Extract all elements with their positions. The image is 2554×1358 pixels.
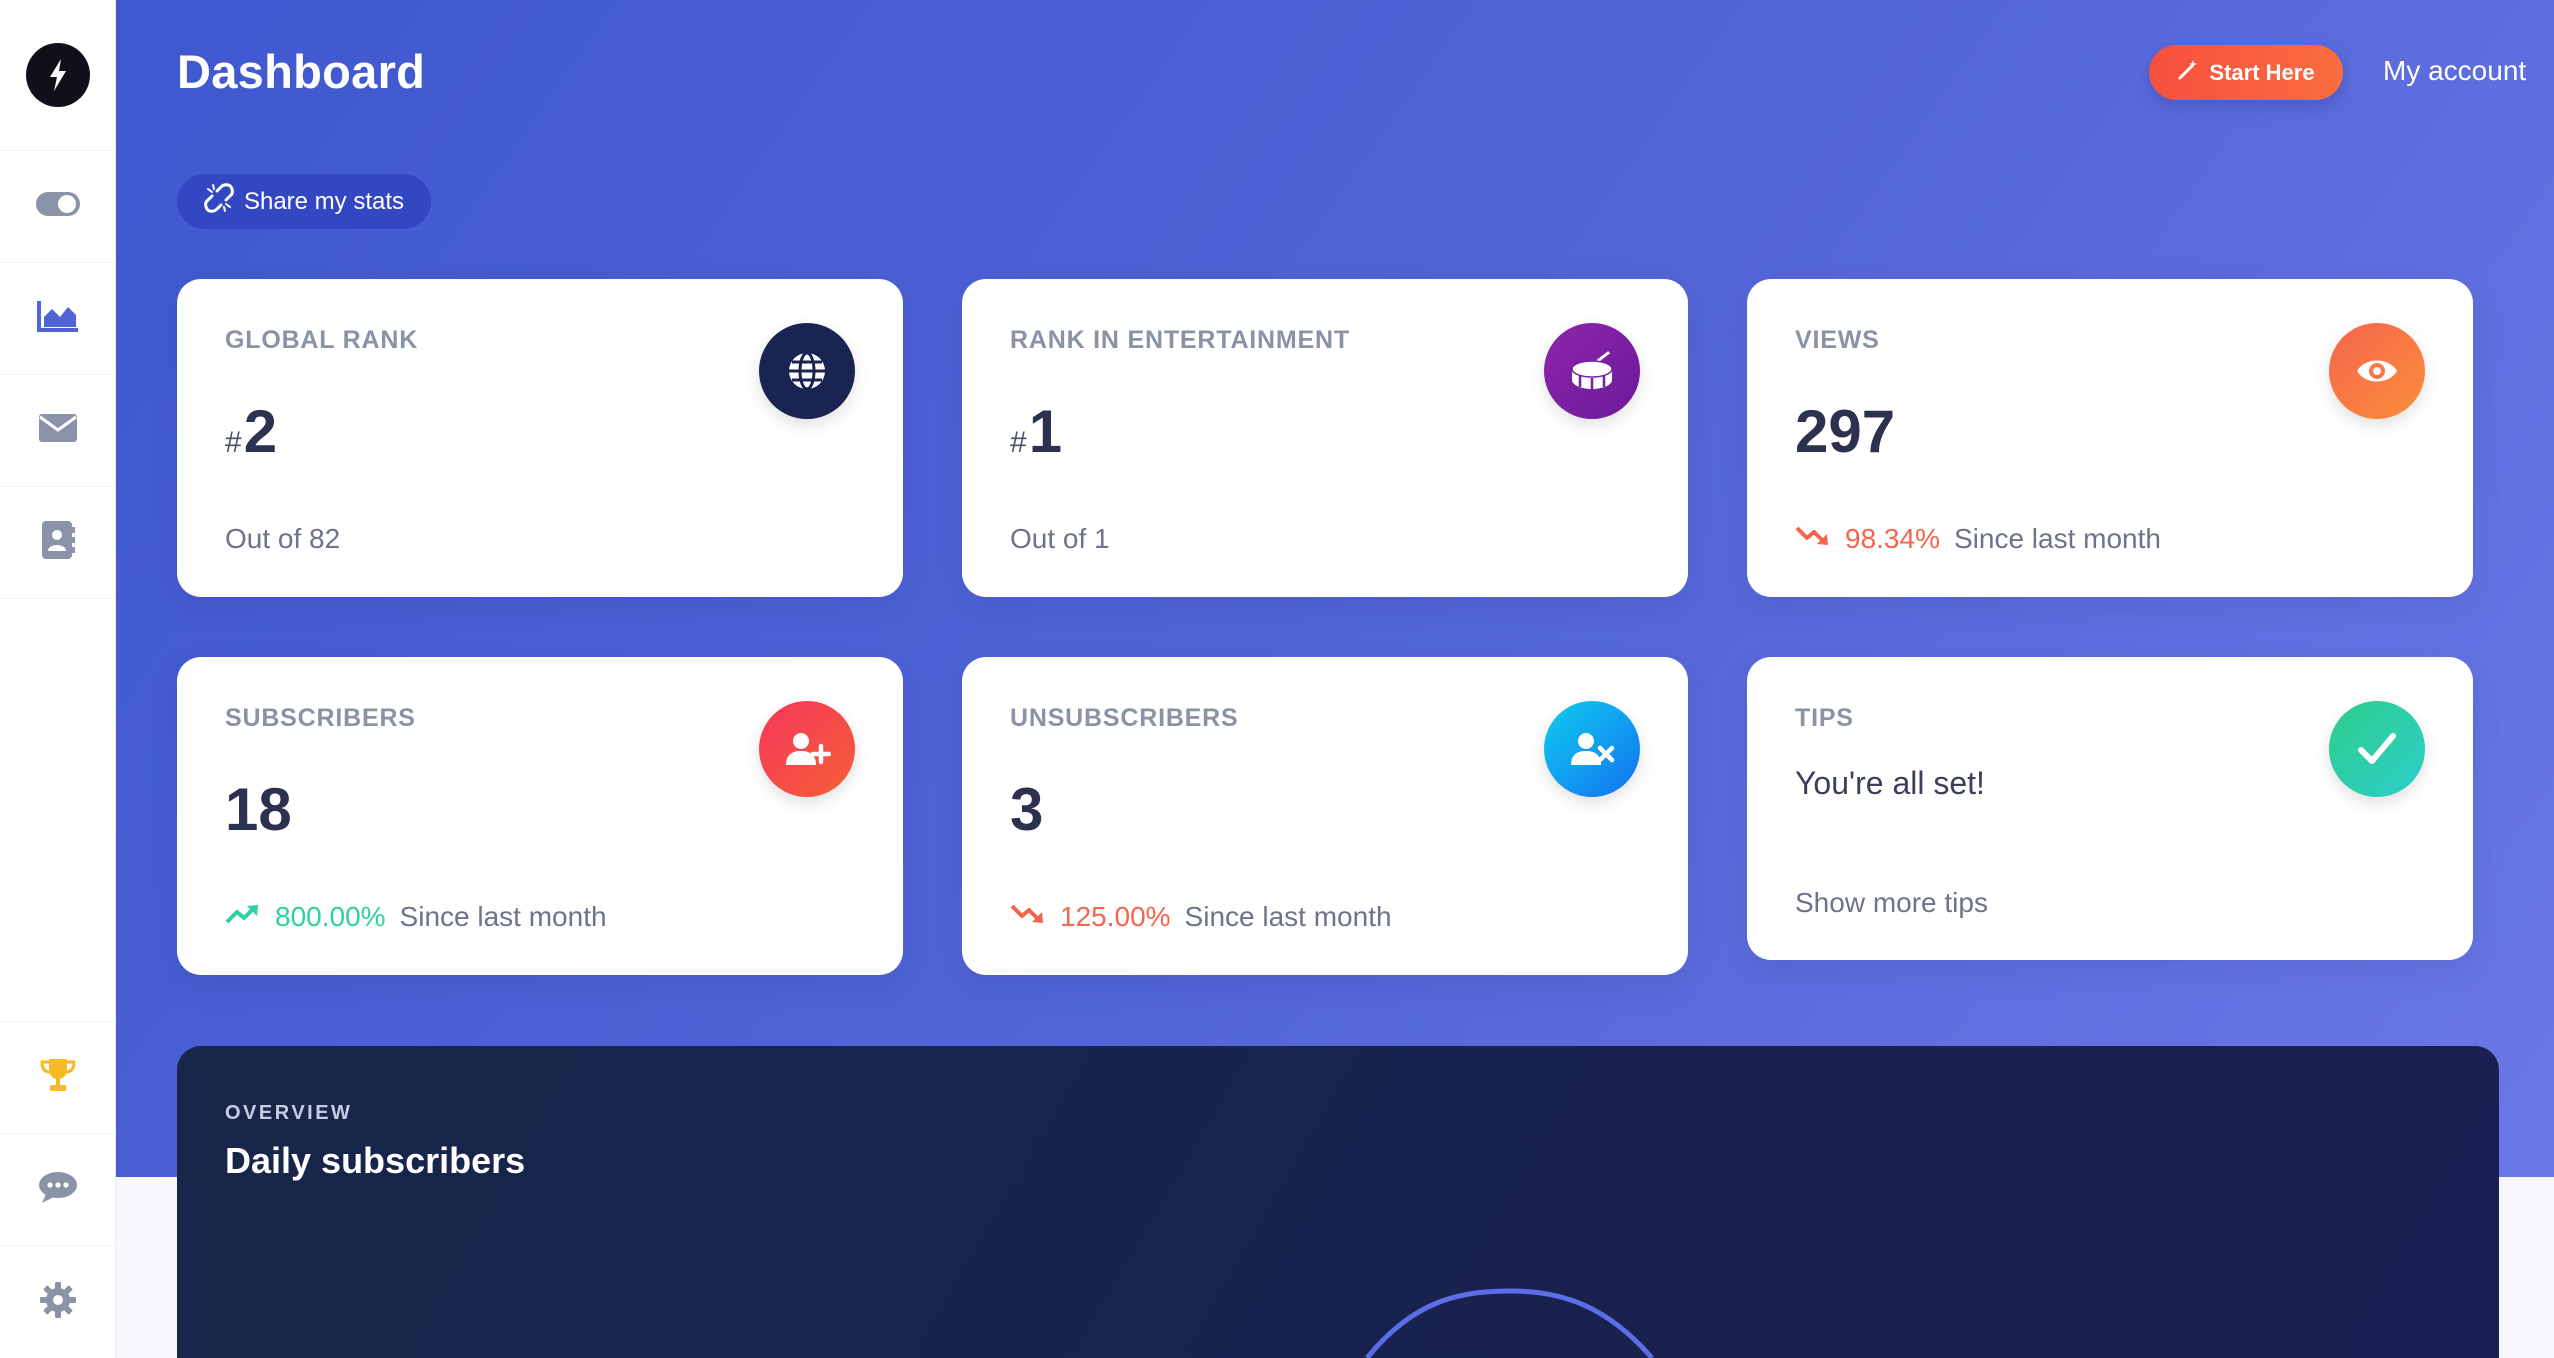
sidebar-item-contacts[interactable] [0,487,115,599]
card-subtext: 125.00% Since last month [1010,901,1392,933]
area-chart-icon [36,299,80,338]
share-stats-label: Share my stats [243,187,405,215]
sidebar-item-stats[interactable] [0,263,115,375]
card-label: GLOBAL RANK [225,326,419,354]
gear-icon [39,1281,77,1324]
card-label: RANK IN ENTERTAINMENT [1010,326,1350,354]
start-here-label: Start Here [2209,59,2315,85]
card-value: #1 [1010,397,1062,466]
rank-entertainment-card: RANK IN ENTERTAINMENT #1 Out of 1 [962,279,1688,597]
overview-kicker: OVERVIEW [225,1102,353,1124]
card-subtext: 98.34% Since last month [1795,523,2161,555]
rank-number: 2 [243,398,278,465]
card-subtext: 800.00% Since last month [225,901,607,933]
envelope-icon [38,413,78,448]
trophy-icon [39,1057,77,1098]
trend-down-icon [1795,523,1831,555]
contact-book-icon [40,520,76,565]
tips-card: TIPS You're all set! Show more tips [1747,657,2473,960]
share-stats-button[interactable]: Share my stats [177,174,431,229]
card-subtext: Out of 82 [225,523,341,554]
card-label: UNSUBSCRIBERS [1010,704,1239,732]
hash-symbol: # [225,426,242,459]
subscribers-card: SUBSCRIBERS 18 800.00% Since last month [177,657,903,975]
card-value: 18 [225,776,292,843]
sidebar-item-mail[interactable] [0,375,115,487]
card-label: SUBSCRIBERS [225,704,416,732]
unsubscribers-card: UNSUBSCRIBERS 3 125.00% Since last month [962,657,1688,975]
user-plus-icon [759,701,855,797]
trend-down-icon [1010,901,1046,933]
hash-symbol: # [1010,426,1027,459]
card-label: TIPS [1795,704,1854,732]
sidebar-bottom [0,1021,116,1358]
check-icon [2329,701,2425,797]
card-value: 297 [1795,398,1896,465]
rank-number: 1 [1028,398,1063,465]
user-remove-icon [1544,701,1640,797]
daily-subscribers-chart [1365,1288,1654,1358]
views-card: VIEWS 297 98.34% Since last month [1747,279,2473,597]
show-more-tips-link[interactable]: Show more tips [1795,887,1988,919]
card-value: #2 [225,397,277,466]
broken-link-icon [204,183,234,220]
since-label: Since last month [1953,523,2161,554]
card-subtext: Out of 1 [1010,523,1110,554]
main-content: Dashboard Start Here My account Share my… [116,0,2554,1358]
chart-series-line [1365,1288,1654,1358]
since-label: Since last month [1184,901,1392,932]
sidebar-item-trophy[interactable] [0,1022,116,1134]
start-here-button[interactable]: Start Here [2149,45,2343,100]
toggle-icon [35,191,81,222]
sidebar-item-settings[interactable] [0,1246,116,1358]
page-title: Dashboard [177,45,426,98]
overview-panel: OVERVIEW Daily subscribers [177,1046,2499,1358]
trend-percent: 125.00% [1060,901,1171,932]
sidebar [0,0,116,1358]
drum-icon [1544,323,1640,419]
trend-up-icon [225,901,261,933]
trend-percent: 800.00% [275,901,386,932]
globe-icon [759,323,855,419]
logo-area [0,0,115,151]
card-label: VIEWS [1795,326,1880,354]
trend-percent: 98.34% [1845,523,1940,554]
sidebar-item-toggle[interactable] [0,151,115,263]
sidebar-item-chat[interactable] [0,1134,116,1246]
my-account-link[interactable]: My account [2383,55,2526,87]
eye-icon [2329,323,2425,419]
since-label: Since last month [399,901,607,932]
tips-message: You're all set! [1795,765,1985,801]
magic-wand-icon [2177,59,2199,87]
lightning-bolt-icon[interactable] [25,43,90,107]
overview-title: Daily subscribers [225,1140,526,1181]
card-value: 3 [1010,776,1044,843]
global-rank-card: GLOBAL RANK #2 Out of 82 [177,279,903,597]
chat-icon [38,1170,78,1209]
